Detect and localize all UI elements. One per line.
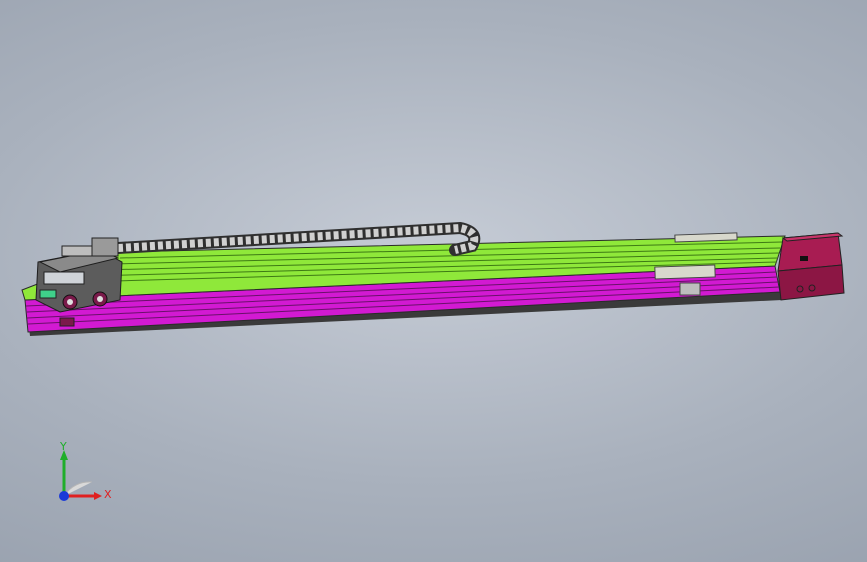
z-axis-dot-icon: [59, 491, 69, 501]
rail-top-plate: [674, 232, 738, 243]
linear-actuator-model[interactable]: [21, 221, 845, 336]
x-axis-label: X: [104, 488, 112, 501]
rail-slot-plate: [654, 264, 716, 280]
motor-end-cap: [777, 232, 845, 301]
y-axis-label: Y: [59, 440, 67, 453]
model-viewport[interactable]: [0, 0, 867, 562]
coordinate-triad: Y X: [59, 440, 112, 501]
rail-bracket: [679, 282, 701, 296]
x-axis-arrow-icon: [94, 492, 102, 500]
